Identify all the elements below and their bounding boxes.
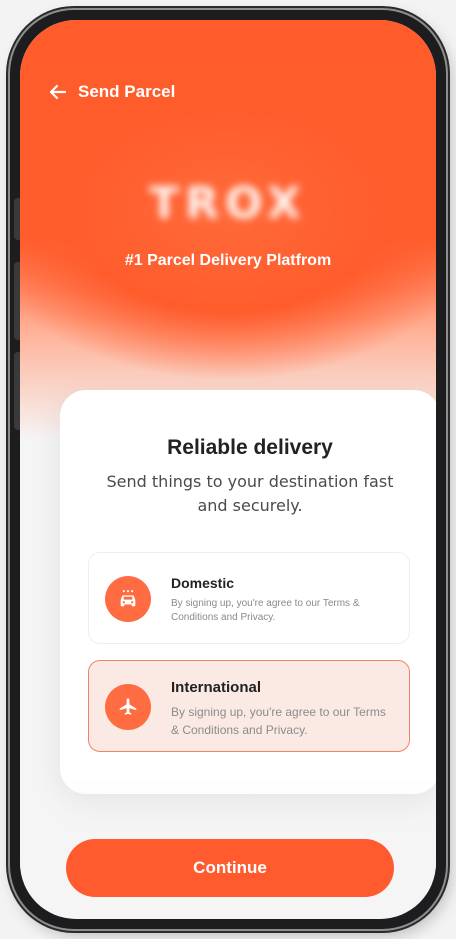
option-description: By signing up, you're agree to our Terms… [171,598,360,623]
page-title: Send Parcel [78,82,176,101]
airplane-icon [105,684,151,730]
back-arrow-icon[interactable] [48,82,68,102]
phone-frame: Send Parcel TROX #1 Parcel Delivery Plat… [10,10,446,929]
option-international[interactable]: International By signing up, you're agre… [88,660,410,752]
top-bar: Send Parcel [48,82,175,102]
brand-logo: TROX [149,178,307,229]
car-icon [105,576,151,622]
option-description: By signing up, you're agree to our Terms… [171,705,386,737]
option-title: International [171,679,262,696]
card-subtitle: Send things to your destination fast and… [106,472,394,515]
option-domestic[interactable]: Domestic By signing up, you're agree to … [88,552,410,644]
card-title: Reliable delivery [167,436,333,459]
option-title: Domestic [171,575,235,591]
tagline: #1 Parcel Delivery Platfrom [124,252,332,269]
app-screen: Send Parcel TROX #1 Parcel Delivery Plat… [20,20,436,919]
delivery-type-card: Reliable delivery Send things to your de… [60,390,436,794]
continue-button[interactable]: Continue [66,839,394,897]
